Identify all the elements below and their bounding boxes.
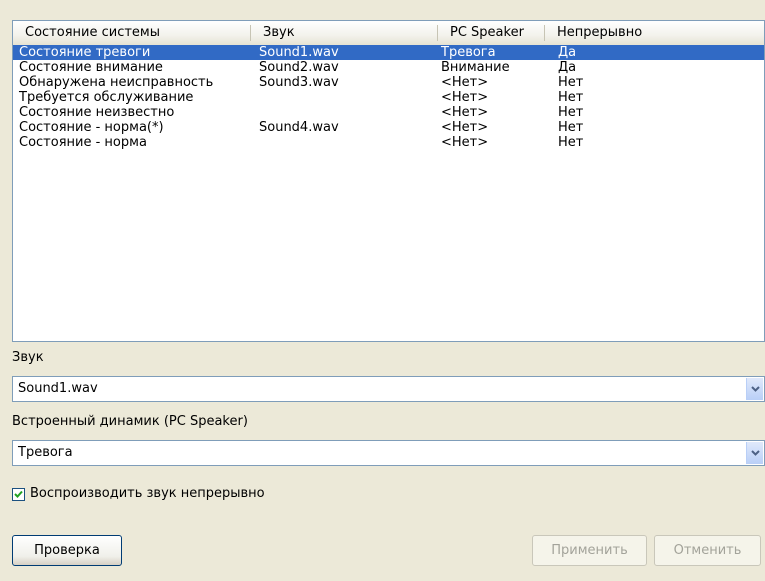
cell-pc-speaker: Внимание [441, 60, 510, 75]
cell-pc-speaker: <Нет> [441, 75, 489, 90]
cell-continuous: Нет [558, 75, 584, 90]
column-header-sound[interactable]: Звук [251, 21, 437, 45]
sound-label: Звук [12, 350, 44, 365]
cell-pc-speaker: Тревога [441, 45, 496, 60]
cell-continuous: Нет [558, 105, 584, 120]
cell-state: Обнаружена неисправность [19, 75, 214, 90]
pc-speaker-combo-value: Тревога [18, 445, 73, 460]
cell-continuous: Да [558, 60, 577, 75]
column-header-state[interactable]: Состояние системы [13, 21, 251, 45]
continuous-checkbox[interactable] [12, 488, 25, 501]
cell-continuous: Нет [558, 135, 584, 150]
pc-speaker-combo[interactable]: Тревога [12, 440, 765, 466]
table-row[interactable]: Требуется обслуживание <Нет> Нет [13, 90, 764, 105]
cell-pc-speaker: <Нет> [441, 120, 489, 135]
column-header-continuous[interactable]: Непрерывно [545, 21, 745, 45]
test-button[interactable]: Проверка [12, 535, 122, 566]
cell-state: Состояние неизвестно [19, 105, 175, 120]
cell-sound: Sound1.wav [259, 45, 339, 60]
cell-state: Состояние - норма [19, 135, 147, 150]
list-header: Состояние системы Звук PC Speaker Непрер… [13, 21, 764, 46]
table-row[interactable]: Состояние - норма <Нет> Нет [13, 135, 764, 150]
cell-pc-speaker: <Нет> [441, 105, 489, 120]
table-row[interactable]: Состояние - норма(*) Sound4.wav <Нет> Нет [13, 120, 764, 135]
table-row[interactable]: Состояние неизвестно <Нет> Нет [13, 105, 764, 120]
sound-combo[interactable]: Sound1.wav [12, 376, 765, 402]
sound-events-list[interactable]: Состояние системы Звук PC Speaker Непрер… [12, 20, 765, 342]
cell-sound: Sound4.wav [259, 120, 339, 135]
chevron-down-icon[interactable] [746, 378, 763, 400]
pc-speaker-label: Встроенный динамик (PC Speaker) [12, 414, 248, 429]
cell-state: Требуется обслуживание [19, 90, 194, 105]
cell-pc-speaker: <Нет> [441, 90, 489, 105]
apply-button[interactable]: Применить [532, 535, 647, 566]
cell-continuous: Нет [558, 120, 584, 135]
cell-state: Состояние внимание [19, 60, 163, 75]
cell-sound: Sound3.wav [259, 75, 339, 90]
chevron-down-icon[interactable] [746, 442, 763, 464]
continuous-checkbox-label[interactable]: Воспроизводить звук непрерывно [30, 486, 265, 501]
table-row[interactable]: Состояние внимание Sound2.wav Внимание Да [13, 60, 764, 75]
column-header-pc-speaker[interactable]: PC Speaker [438, 21, 544, 45]
cell-continuous: Нет [558, 90, 584, 105]
cancel-button[interactable]: Отменить [654, 535, 761, 566]
cell-pc-speaker: <Нет> [441, 135, 489, 150]
cell-sound: Sound2.wav [259, 60, 339, 75]
cell-continuous: Да [558, 45, 577, 60]
checkmark-icon [14, 490, 23, 498]
cell-state: Состояние тревоги [19, 45, 151, 60]
sound-combo-value: Sound1.wav [18, 381, 98, 396]
table-row[interactable]: Обнаружена неисправность Sound3.wav <Нет> Н… [13, 75, 764, 90]
cell-state: Состояние - норма(*) [19, 120, 164, 135]
table-row[interactable]: Состояние тревоги Sound1.wav Тревога Да [13, 45, 764, 60]
